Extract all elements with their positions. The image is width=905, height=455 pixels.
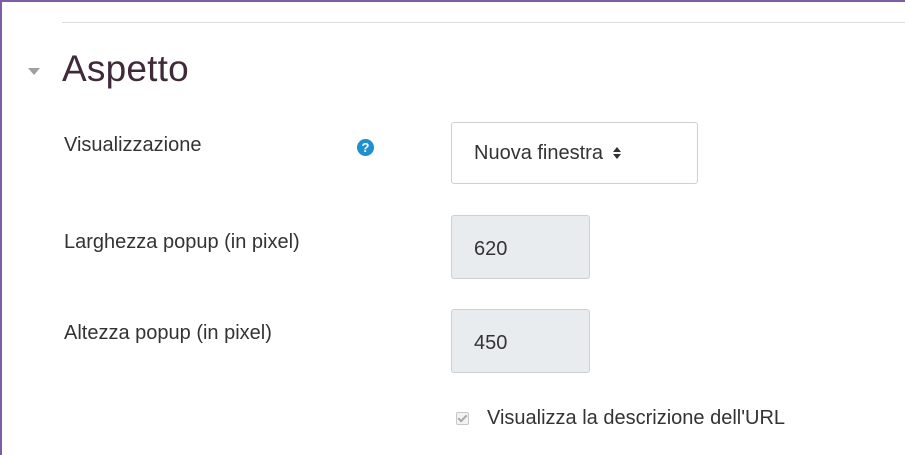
section-header[interactable]: Aspetto xyxy=(28,48,189,90)
show-description-checkbox[interactable] xyxy=(456,412,469,425)
show-description-row: Visualizza la descrizione dell'URL xyxy=(456,407,785,430)
select-arrows-icon xyxy=(612,147,621,159)
display-select[interactable]: Nuova finestra xyxy=(451,122,698,184)
display-select-value: Nuova finestra xyxy=(474,141,603,164)
settings-panel: Aspetto Visualizzazione ? Nuova finestra… xyxy=(0,0,905,455)
question-circle-icon[interactable]: ? xyxy=(357,139,374,156)
popup-height-label: Altezza popup (in pixel) xyxy=(64,322,272,344)
section-divider xyxy=(62,22,905,23)
popup-width-input[interactable]: 620 xyxy=(451,215,590,279)
display-label: Visualizzazione xyxy=(64,134,202,156)
caret-down-icon[interactable] xyxy=(28,67,40,75)
popup-height-input[interactable]: 450 xyxy=(451,309,590,373)
show-description-label: Visualizza la descrizione dell'URL xyxy=(487,407,786,429)
section-title[interactable]: Aspetto xyxy=(62,48,189,90)
popup-width-label: Larghezza popup (in pixel) xyxy=(64,231,300,253)
